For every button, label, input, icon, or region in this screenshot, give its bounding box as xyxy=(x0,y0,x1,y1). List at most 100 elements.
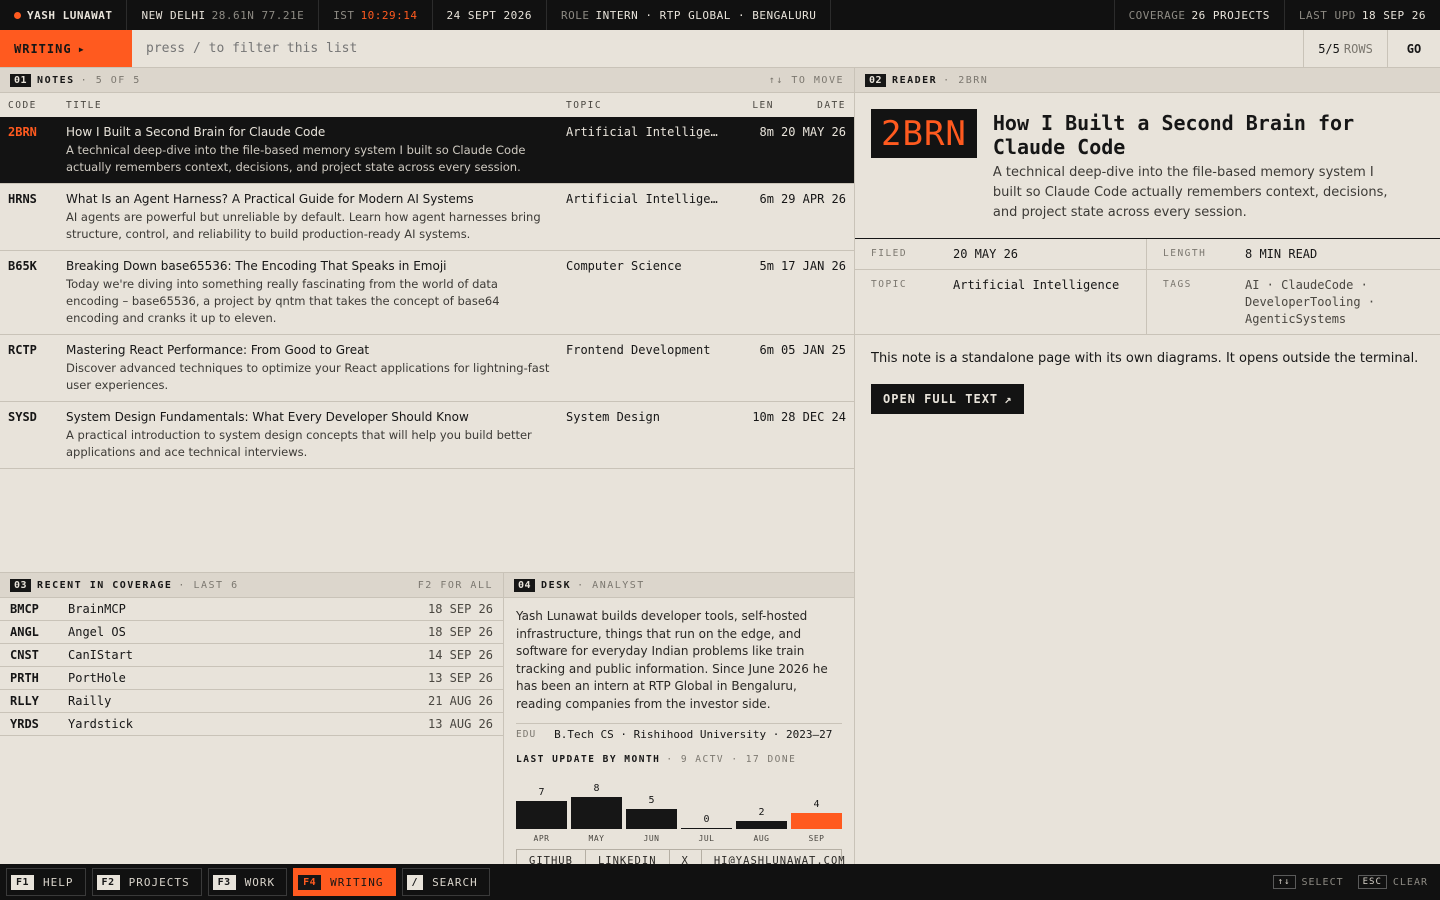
projects-key-button[interactable]: F2 PROJECTS xyxy=(91,868,202,896)
project-name: BrainMCP xyxy=(68,602,126,616)
go-button[interactable]: GO xyxy=(1387,30,1440,67)
bio-text: Yash Lunawat builds developer tools, sel… xyxy=(516,609,828,711)
date: 24 SEPT 2026 xyxy=(433,0,548,30)
note-code: 2BRN xyxy=(8,125,37,139)
meta-tags: TAGS AI · ClaudeCode · DeveloperTooling … xyxy=(1147,270,1440,334)
panel-number: 04 xyxy=(514,578,536,592)
meta-value: 20 MAY 26 xyxy=(953,247,1019,261)
col-header-date[interactable]: DATE xyxy=(774,100,854,111)
help-key-button[interactable]: F1 HELP xyxy=(6,868,86,896)
note-date: 20 MAY 26 xyxy=(780,125,846,139)
panel-title: NOTES xyxy=(37,74,75,86)
key-cap: F2 xyxy=(96,874,120,890)
chart-month-label: AUG xyxy=(753,833,770,843)
key-label: SEARCH xyxy=(432,875,478,889)
col-header-title[interactable]: TITLE xyxy=(66,100,566,111)
coverage-panel-header: 03 RECENT IN COVERAGE · LAST 6 F2 FOR AL… xyxy=(0,573,503,598)
chart-month-label: APR xyxy=(533,833,550,843)
clear-hint: ESC CLEAR xyxy=(1357,875,1428,889)
note-row[interactable]: SYSD System Design Fundamentals: What Ev… xyxy=(0,402,854,469)
brand[interactable]: YASH LUNAWAT xyxy=(0,0,128,30)
note-row[interactable]: B65K Breaking Down base65536: The Encodi… xyxy=(0,251,854,335)
coverage-row[interactable]: ANGL Angel OS 18 SEP 26 xyxy=(0,621,503,644)
coverage-panel: 03 RECENT IN COVERAGE · LAST 6 F2 FOR AL… xyxy=(0,572,504,864)
note-title-cell: System Design Fundamentals: What Every D… xyxy=(66,410,566,461)
project-code: ANGL xyxy=(10,625,39,639)
note-row[interactable]: HRNS What Is an Agent Harness? A Practic… xyxy=(0,184,854,251)
col-header-code[interactable]: CODE xyxy=(0,100,66,111)
chart-header: LAST UPDATE BY MONTH · 9 ACTV · 17 DONE xyxy=(516,754,842,765)
coverage-row[interactable]: BMCP BrainMCP 18 SEP 26 xyxy=(0,598,503,621)
writing-key-button[interactable]: F4 WRITING xyxy=(293,868,396,896)
note-description: A practical introduction to system desig… xyxy=(66,428,532,459)
note-code: HRNS xyxy=(8,192,37,206)
project-code: PRTH xyxy=(10,671,39,685)
note-description: Discover advanced techniques to optimize… xyxy=(66,361,550,392)
status-dot-icon xyxy=(14,11,21,19)
role: ROLE INTERN · RTP GLOBAL · BENGALURU xyxy=(547,0,832,30)
panel-subtitle: · 5 OF 5 xyxy=(80,74,141,86)
note-title: Mastering React Performance: From Good t… xyxy=(66,343,370,357)
filter-input[interactable] xyxy=(132,30,1303,67)
tz-label: IST xyxy=(333,8,355,22)
note-length: 6m xyxy=(759,192,774,206)
note-title-cell: How I Built a Second Brain for Claude Co… xyxy=(66,125,566,176)
coords: 28.61N 77.21E xyxy=(211,8,305,22)
date-value: 24 SEPT 2026 xyxy=(446,8,533,22)
reader-description: A technical deep-dive into the file-base… xyxy=(992,165,1388,220)
key-label: WRITING xyxy=(330,875,384,889)
key-cap: ESC xyxy=(1357,875,1387,889)
notes-panel: 01 NOTES · 5 OF 5 ↑↓ TO MOVE CODE TITLE … xyxy=(0,68,855,572)
project-name: PortHole xyxy=(68,671,126,685)
function-key-bar: F1 HELP F2 PROJECTS F3 WORK F4 WRITING /… xyxy=(0,864,1440,900)
note-topic: Artificial Intellige… xyxy=(566,125,718,139)
key-cap: F4 xyxy=(298,874,322,890)
notes-panel-header: 01 NOTES · 5 OF 5 ↑↓ TO MOVE xyxy=(0,68,854,93)
reader-header: 2BRN How I Built a Second Brain for Clau… xyxy=(855,93,1440,239)
chart-bar-column: 8 xyxy=(571,769,622,829)
note-title: How I Built a Second Brain for Claude Co… xyxy=(66,125,326,139)
panel-title: READER xyxy=(892,74,938,86)
meta-label: LENGTH xyxy=(1163,248,1207,259)
panel-subtitle: · LAST 6 xyxy=(178,579,239,591)
chart-title: LAST UPDATE BY MONTH xyxy=(516,753,661,765)
note-date: 17 JAN 26 xyxy=(780,259,846,273)
coverage-row[interactable]: CNST CanIStart 14 SEP 26 xyxy=(0,644,503,667)
note-row[interactable]: 2BRN How I Built a Second Brain for Clau… xyxy=(0,117,854,184)
location: NEW DELHI 28.61N 77.21E xyxy=(127,0,320,30)
chart-month-label: JUL xyxy=(698,833,715,843)
project-name: Railly xyxy=(68,694,112,708)
note-description: Today we're diving into something really… xyxy=(66,277,500,325)
chart-month-label: MAY xyxy=(588,833,605,843)
meta-label: TAGS xyxy=(1163,279,1192,290)
edu-value: B.Tech CS · Rishihood University · 2023–… xyxy=(554,727,833,741)
project-date: 13 AUG 26 xyxy=(427,717,493,731)
coverage-row[interactable]: RLLY Railly 21 AUG 26 xyxy=(0,690,503,713)
chart-month-label: SEP xyxy=(808,833,825,843)
chart-bar-column: 7 xyxy=(516,769,567,829)
col-header-len[interactable]: LEN xyxy=(738,100,774,111)
coverage-stat: COVERAGE 26 PROJECTS xyxy=(1113,0,1284,30)
coverage-row[interactable]: YRDS Yardstick 13 AUG 26 xyxy=(0,713,503,736)
chart-bar-value: 5 xyxy=(648,794,655,806)
project-date: 21 AUG 26 xyxy=(427,694,493,708)
coverage-row[interactable]: PRTH PortHole 13 SEP 26 xyxy=(0,667,503,690)
move-hint: ↑↓ TO MOVE xyxy=(768,74,844,86)
notes-column-headers: CODE TITLE TOPIC LEN DATE xyxy=(0,93,854,117)
section-selector[interactable]: WRITING ▸ xyxy=(0,30,132,67)
note-row[interactable]: RCTP Mastering React Performance: From G… xyxy=(0,335,854,402)
meta-length: LENGTH 8 MIN READ xyxy=(1147,239,1440,270)
coverage-hint: F2 FOR ALL xyxy=(417,579,493,591)
project-code: YRDS xyxy=(10,717,39,731)
key-label: PROJECTS xyxy=(128,875,190,889)
search-key-button[interactable]: / SEARCH xyxy=(401,868,490,896)
chart-bar-column: 4 xyxy=(791,769,842,829)
rows-count-label: ROWS xyxy=(1343,41,1373,56)
key-cap: F1 xyxy=(11,874,35,890)
col-header-topic[interactable]: TOPIC xyxy=(566,100,738,111)
note-metadata: FILED 20 MAY 26 LENGTH 8 MIN READ TOPIC … xyxy=(855,239,1440,335)
note-code: SYSD xyxy=(8,410,37,424)
work-key-button[interactable]: F3 WORK xyxy=(207,868,288,896)
open-full-text-button[interactable]: OPEN FULL TEXT ↗ xyxy=(871,384,1025,414)
section-label: WRITING xyxy=(14,41,72,56)
